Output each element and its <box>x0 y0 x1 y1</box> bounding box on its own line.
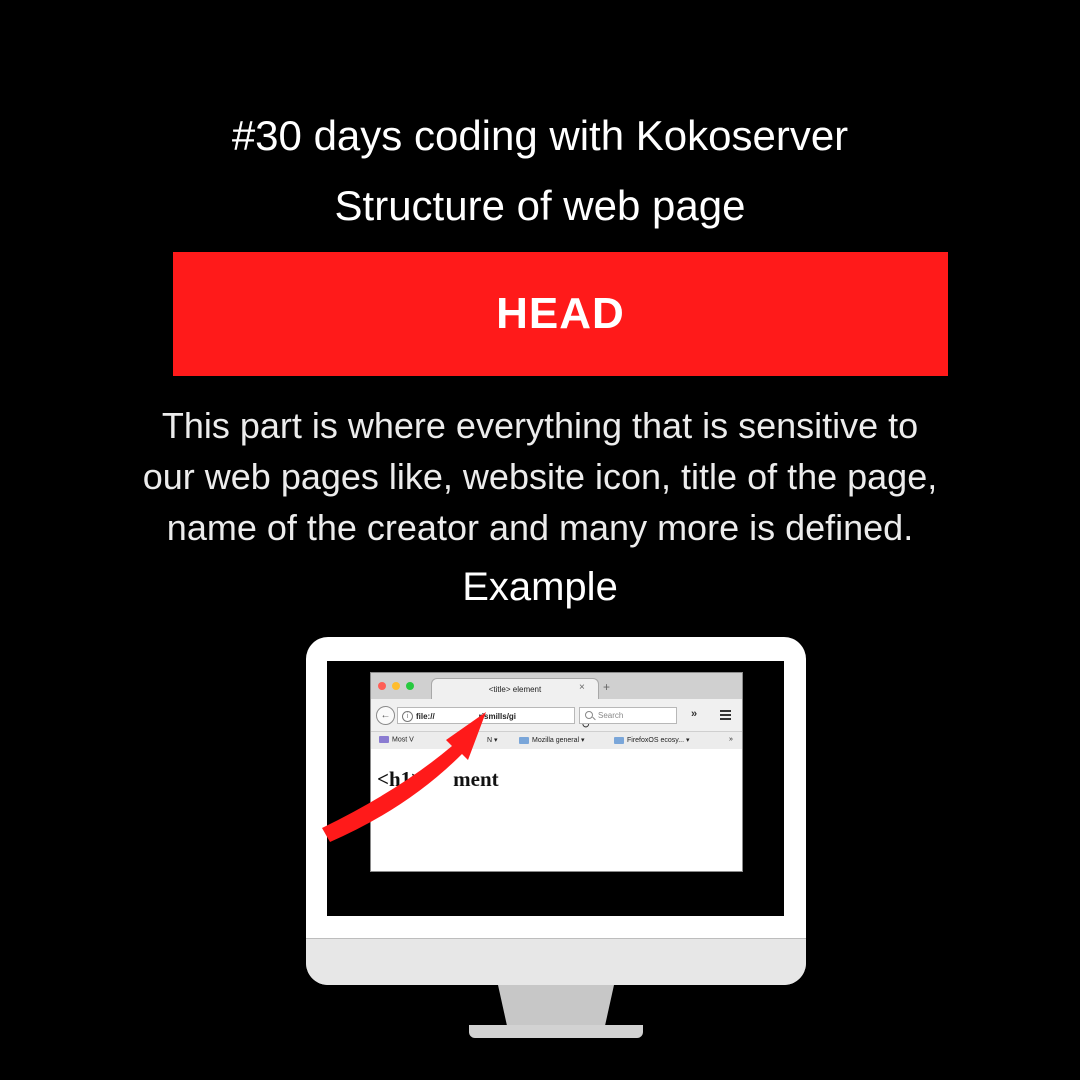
pointer-arrow-icon <box>322 712 486 842</box>
